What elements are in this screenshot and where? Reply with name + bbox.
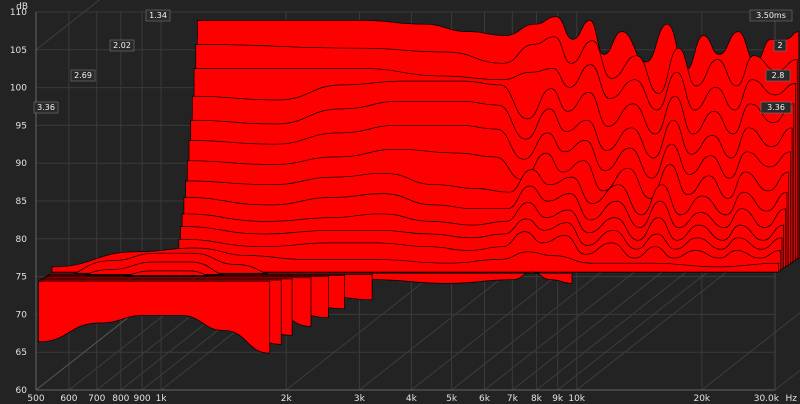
- x-tick-label: 1k: [156, 394, 168, 404]
- x-tick-label: 3k: [354, 394, 366, 404]
- y-tick-label: 75: [16, 273, 27, 283]
- x-tick-label: 2k: [281, 394, 293, 404]
- time-label-right: 2: [777, 41, 782, 50]
- x-tick-label: 30.0k: [754, 394, 780, 404]
- x-tick-label: 10k: [568, 394, 585, 404]
- y-tick-label: 70: [16, 310, 28, 320]
- y-tick-label: 80: [16, 235, 28, 245]
- time-label-left: 3.36: [37, 103, 55, 112]
- y-tick-label: 95: [16, 121, 27, 131]
- x-tick-label: 4k: [406, 394, 418, 404]
- x-tick-label: 800: [112, 394, 129, 404]
- x-tick-label: 9k: [552, 394, 564, 404]
- y-tick-label: 90: [16, 159, 28, 169]
- y-tick-label: 100: [10, 84, 27, 94]
- waterfall-plot: 6065707580859095100105110dB500 600 700 800 9…: [0, 0, 800, 404]
- time-label-left: 2.02: [113, 41, 131, 50]
- x-tick-label: 7k: [507, 394, 519, 404]
- y-tick-label: 60: [16, 386, 28, 396]
- time-label-right: 2.8: [772, 71, 785, 80]
- x-unit-label: Hz: [786, 394, 798, 404]
- x-tick-label: 6k: [479, 394, 491, 404]
- x-tick-label: 500: [27, 394, 44, 404]
- x-tick-label: 700: [88, 394, 105, 404]
- y-tick-label: 105: [10, 46, 27, 56]
- y-tick-label: 85: [16, 197, 27, 207]
- x-tick-label: 5k: [446, 394, 458, 404]
- time-label-left: 2.69: [74, 71, 92, 80]
- y-tick-label: 65: [16, 348, 27, 358]
- time-label-left: 1.34: [149, 11, 167, 20]
- x-tick-label: 20k: [693, 394, 710, 404]
- x-tick-label: 900: [133, 394, 150, 404]
- x-tick-label: 600: [60, 394, 77, 404]
- x-tick-label: 8k: [531, 394, 543, 404]
- time-label-right: 3.50ms: [756, 11, 786, 20]
- time-label-right: 3.36: [767, 103, 785, 112]
- y-unit-label: dB: [16, 2, 28, 12]
